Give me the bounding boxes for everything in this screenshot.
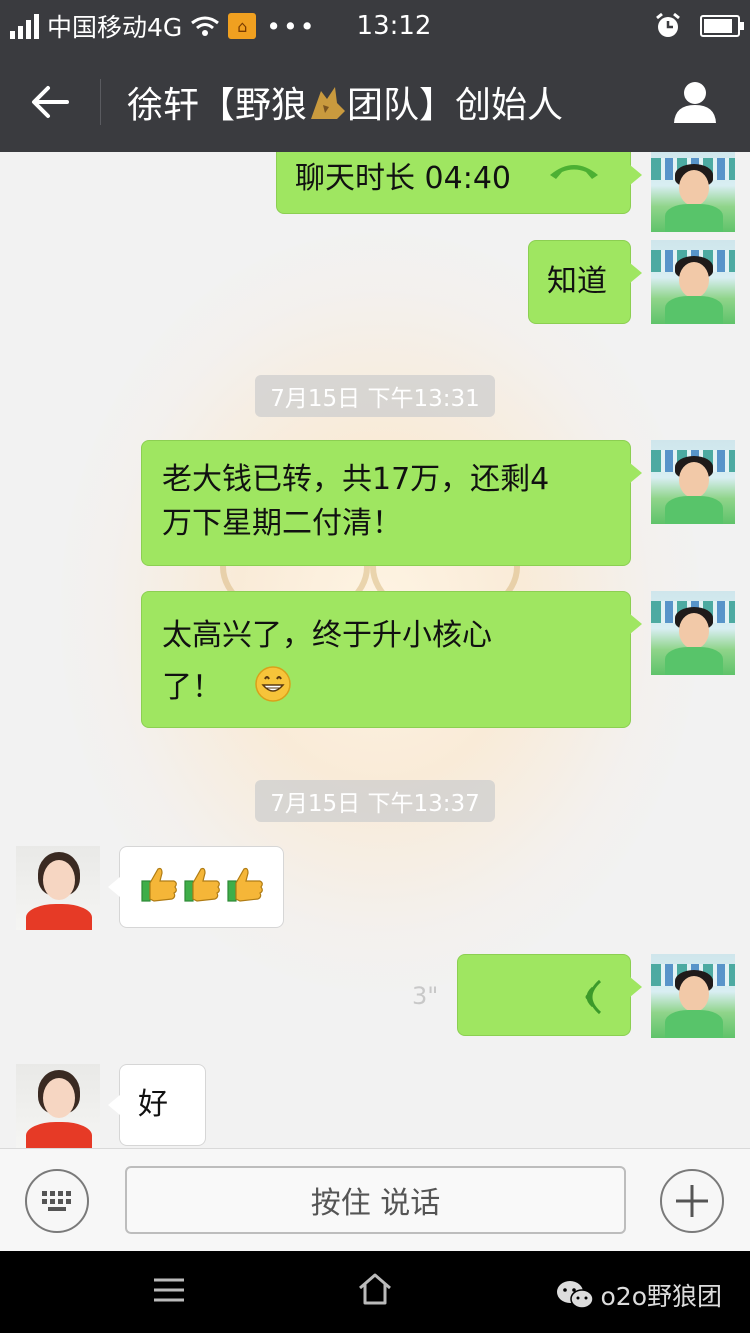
chat-title-text: 徐轩【野狼	[127, 85, 308, 126]
system-nav-bar: o2o野狼团	[0, 1251, 750, 1333]
my-avatar[interactable]	[651, 591, 735, 675]
chat-title-text-end: 团队】创始人	[347, 85, 564, 126]
message-text: 了！	[162, 670, 222, 705]
keyboard-icon	[42, 1191, 71, 1211]
message-bubble[interactable]: 知道	[528, 240, 642, 324]
my-avatar[interactable]	[651, 954, 735, 1038]
profile-button[interactable]	[640, 52, 750, 152]
my-avatar[interactable]	[651, 152, 735, 232]
voice-message-bubble[interactable]	[457, 954, 642, 1036]
timestamp-label: 7月15日 下午13:37	[255, 780, 495, 822]
home-app-icon: ⌂	[228, 13, 257, 39]
voice-duration-label: 3"	[412, 982, 439, 1010]
carrier-label: 中国移动4G	[47, 13, 183, 42]
chat-message-list[interactable]: 聊天时长 04:40 知道 7月15日 下午13:31 老大钱已转，共17万，还…	[0, 152, 750, 1148]
wifi-icon	[191, 16, 220, 36]
message-text-line: 太高兴了，终于升小核心	[162, 618, 492, 653]
phone-icon	[550, 165, 598, 179]
grin-emoji-icon	[254, 666, 291, 702]
person-icon	[674, 82, 716, 123]
watermark-text: o2o野狼团	[600, 1282, 723, 1311]
wolf-emoji-icon	[311, 87, 346, 119]
alarm-icon	[656, 12, 680, 37]
message-bubble[interactable]: 老大钱已转，共17万，还剩4 万下星期二付清！	[141, 440, 642, 566]
message-text-line: 了！	[162, 662, 612, 714]
thumbs-up-icon	[141, 867, 263, 902]
wechat-logo-icon	[556, 1281, 594, 1309]
signal-icon	[10, 13, 39, 39]
contact-avatar[interactable]	[16, 1064, 100, 1148]
call-record-bubble[interactable]: 聊天时长 04:40	[276, 152, 642, 214]
hold-to-talk-button[interactable]: 按住 说话	[125, 1166, 626, 1234]
plus-icon	[676, 1185, 708, 1217]
chat-header: 徐轩【野狼 团队】创始人	[0, 52, 750, 152]
arrow-left-icon	[32, 86, 69, 118]
contact-avatar[interactable]	[16, 846, 100, 930]
more-notifications-icon: •••	[266, 11, 317, 41]
message-bubble[interactable]: 👍👍👍	[108, 846, 284, 928]
menu-icon[interactable]	[152, 1275, 186, 1305]
message-bubble[interactable]: 太高兴了，终于升小核心 了！	[141, 591, 642, 728]
message-text: 好	[138, 1087, 168, 1122]
timestamp-label: 7月15日 下午13:31	[255, 375, 495, 417]
battery-icon	[700, 15, 744, 37]
message-text-line: 老大钱已转，共17万，还剩4	[162, 462, 550, 497]
message-bubble[interactable]: 好	[108, 1064, 206, 1146]
keyboard-toggle-button[interactable]	[25, 1169, 89, 1233]
status-bar: 中国移动4G ⌂ ••• 13:12	[0, 0, 750, 52]
message-text: 知道	[547, 264, 607, 299]
back-button[interactable]	[0, 52, 100, 152]
chat-input-bar: 按住 说话	[0, 1148, 750, 1251]
message-text-line: 万下星期二付清！	[162, 506, 402, 541]
my-avatar[interactable]	[651, 240, 735, 324]
home-icon[interactable]	[357, 1271, 393, 1307]
my-avatar[interactable]	[651, 440, 735, 524]
status-time: 13:12	[356, 11, 432, 41]
voice-wave-icon	[585, 979, 602, 1015]
more-options-button[interactable]	[660, 1169, 724, 1233]
thumbs-up-emoji-text: 👍👍👍	[140, 865, 144, 909]
chat-title: 徐轩【野狼 团队】创始人	[101, 76, 563, 128]
call-duration-text: 聊天时长 04:40	[295, 161, 511, 196]
watermark: o2o野狼团	[555, 1277, 723, 1313]
